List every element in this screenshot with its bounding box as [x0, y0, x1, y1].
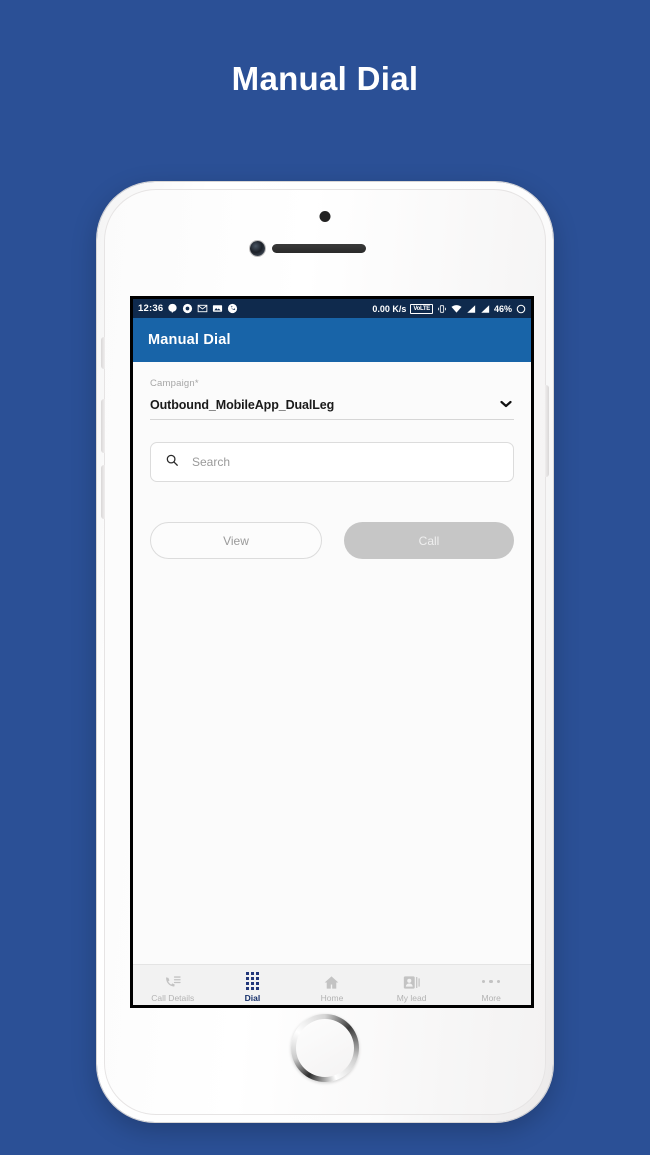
tab-home[interactable]: Home — [292, 973, 372, 1003]
search-box[interactable]: Search — [150, 442, 514, 482]
status-bar: 12:36 0.00 K/s VoLTE 46% — [133, 299, 531, 318]
gmail-icon — [198, 304, 208, 313]
tab-label-dial: Dial — [244, 993, 261, 1003]
vibrate-icon — [438, 304, 446, 313]
network-speed-label: 0.00 K/s — [372, 303, 407, 314]
hangouts-icon — [168, 303, 177, 314]
tab-label-my-lead: My lead — [396, 993, 427, 1003]
call-button[interactable]: Call — [344, 522, 514, 559]
volume-down-button[interactable] — [101, 465, 105, 519]
status-bar-time: 12:36 — [138, 303, 164, 314]
search-field-group: Search — [133, 420, 531, 482]
front-camera-icon — [250, 241, 265, 256]
volume-up-button[interactable] — [101, 399, 105, 453]
battery-icon — [516, 304, 526, 313]
tab-more[interactable]: More — [451, 973, 531, 1003]
circle-app-icon — [183, 303, 193, 314]
home-button-inner — [296, 1019, 354, 1077]
phone-device-inner-frame: 12:36 0.00 K/s VoLTE 46% Manual Dial Cam… — [101, 189, 549, 1115]
phone-device-frame: 12:36 0.00 K/s VoLTE 46% Manual Dial Cam… — [97, 182, 553, 1122]
status-bar-system-icons: 0.00 K/s VoLTE 46% — [372, 303, 526, 314]
campaign-field-group: Campaign* Outbound_MobileApp_DualLeg — [133, 362, 531, 420]
status-bar-notification-icons — [167, 303, 238, 314]
action-buttons-row: View Call — [133, 482, 531, 559]
battery-percent-label: 46% — [493, 303, 512, 314]
home-icon — [323, 973, 340, 990]
wifi-icon — [451, 305, 462, 313]
tab-dial[interactable]: Dial — [213, 972, 293, 1003]
tab-call-details[interactable]: Call Details — [133, 973, 213, 1003]
bottom-tab-bar: Call Details Dial Home My lead More — [133, 964, 531, 1005]
app-content: Campaign* Outbound_MobileApp_DualLeg Sea… — [133, 362, 531, 1005]
campaign-selected-value: Outbound_MobileApp_DualLeg — [150, 398, 335, 412]
silent-switch[interactable] — [101, 337, 105, 369]
earpiece-speaker — [272, 244, 366, 253]
physical-home-button[interactable] — [291, 1014, 359, 1082]
power-button[interactable] — [545, 385, 549, 477]
campaign-select[interactable]: Outbound_MobileApp_DualLeg — [150, 398, 514, 420]
more-dots-icon — [481, 973, 501, 990]
tab-label-more: More — [481, 993, 501, 1003]
view-button[interactable]: View — [150, 522, 322, 559]
app-bar-title: Manual Dial — [148, 332, 231, 348]
tab-label-call-details: Call Details — [151, 993, 195, 1003]
phone-screen: 12:36 0.00 K/s VoLTE 46% Manual Dial Cam… — [130, 296, 534, 1008]
volte-badge: VoLTE — [410, 303, 433, 314]
tab-my-lead[interactable]: My lead — [372, 973, 452, 1003]
search-icon — [165, 453, 179, 472]
photos-icon — [213, 305, 223, 312]
app-bar: Manual Dial — [133, 318, 531, 362]
search-input[interactable]: Search — [192, 455, 230, 469]
dialpad-icon — [245, 972, 259, 990]
signal-2-icon — [481, 304, 490, 313]
chevron-down-icon[interactable] — [500, 400, 514, 411]
campaign-label: Campaign* — [150, 378, 199, 389]
signal-1-icon — [467, 304, 476, 313]
phone-icon — [228, 303, 238, 314]
call-details-icon — [164, 973, 181, 990]
page-title: Manual Dial — [231, 60, 419, 97]
contact-card-icon — [403, 973, 421, 990]
tab-label-home: Home — [320, 993, 344, 1003]
proximity-sensor-icon — [319, 211, 331, 222]
